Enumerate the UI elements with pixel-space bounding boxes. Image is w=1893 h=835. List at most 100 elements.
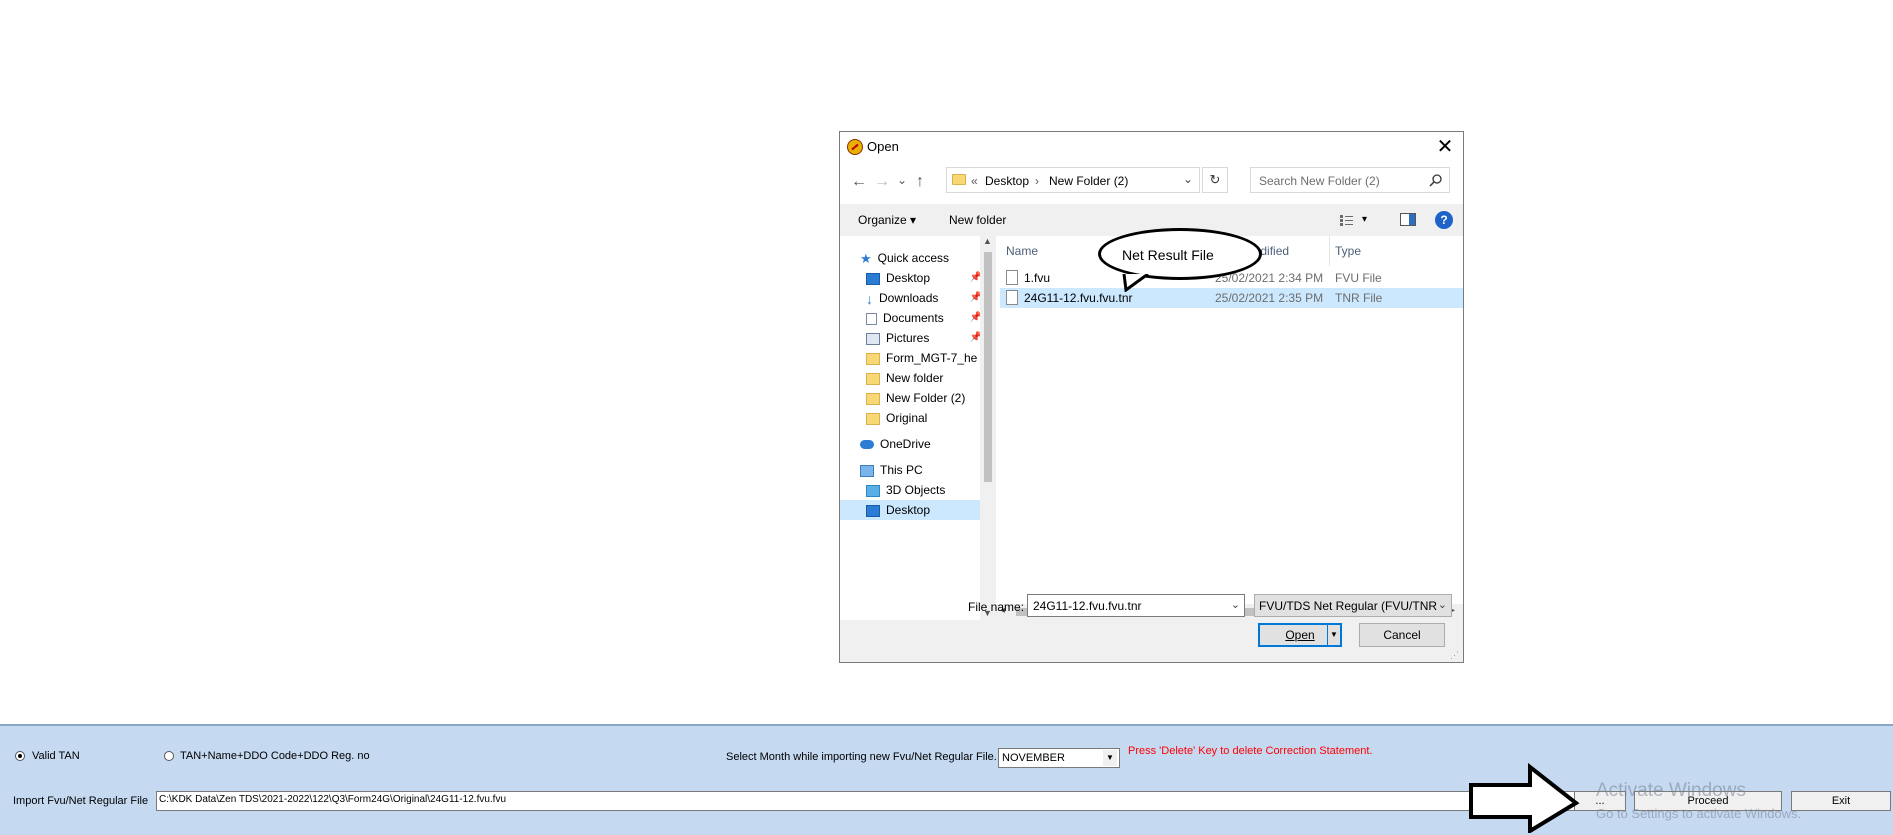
forward-arrow-icon[interactable]: → [872,172,892,192]
nav-item-pictures[interactable]: Pictures 📌 [866,328,980,348]
file-date: 25/02/2021 2:35 PM [1215,291,1324,305]
pin-icon: 📌 [969,312,980,323]
resize-grip-icon[interactable]: ⋰ [1450,650,1459,661]
month-value: NOVEMBER [1002,752,1065,764]
view-dropdown-icon[interactable]: ▾ [1362,214,1367,225]
radio-valid-tan[interactable] [15,751,25,761]
back-arrow-icon[interactable]: ← [849,172,869,192]
nav-pane-scroll-thumb[interactable] [984,252,992,482]
breadcrumb-item-new-folder-2[interactable]: New Folder (2) [1049,174,1128,188]
up-arrow-icon[interactable]: ↑ [910,172,930,192]
search-icon[interactable] [1429,173,1443,187]
preview-pane-icon[interactable] [1400,213,1416,226]
folder-icon [866,392,880,405]
column-separator[interactable] [1329,236,1330,266]
cancel-button[interactable]: Cancel [1359,623,1445,647]
callout-text: Net Result File [1122,247,1214,263]
arrow-annotation-icon [1469,763,1580,833]
desktop-icon [866,504,880,517]
column-header-type[interactable]: Type [1335,244,1361,258]
radio-valid-tan-label: Valid TAN [32,750,80,762]
chevron-down-icon[interactable]: ⌄ [1231,598,1240,611]
nav-item-form-mgt[interactable]: Form_MGT-7_he [866,348,980,368]
file-name-value: 24G11-12.fvu.fvu.tnr [1033,599,1142,613]
pin-icon: 📌 [969,292,980,303]
import-path-value: C:\KDK Data\Zen TDS\2021-2022\122\Q3\For… [159,794,507,805]
nav-item-new-folder-2[interactable]: New Folder (2) [866,388,980,408]
star-icon: ★ [860,250,872,266]
folder-icon [866,412,880,425]
nav-item-downloads[interactable]: ↓ Downloads 📌 [866,288,980,308]
desktop-icon [866,272,880,285]
month-select[interactable]: NOVEMBER ▼ [998,748,1120,768]
open-split-dropdown-icon[interactable]: ▼ [1327,625,1340,645]
activate-windows-subtext: Go to Settings to activate Windows. [1596,806,1802,821]
file-name: 1.fvu [1024,271,1051,285]
navigation-pane: ★ Quick access Desktop 📌 ↓ Downloads 📌 Docum… [840,236,980,620]
month-select-label: Select Month while importing new Fvu/Net… [726,751,997,763]
folder-icon [866,372,880,385]
pin-icon: 📌 [969,272,980,283]
chevron-down-icon[interactable]: ▼ [1103,750,1117,766]
pc-icon [860,464,874,477]
close-icon[interactable]: ✕ [1431,134,1459,160]
file-name-label: File name: [968,600,1025,614]
file-row-selected[interactable]: 24G11-12.fvu.fvu.tnr 25/02/2021 2:35 PM … [1000,288,1463,308]
search-placeholder: Search New Folder (2) [1259,174,1380,188]
callout-tail [1122,274,1149,292]
view-options-icon[interactable] [1340,214,1356,226]
folder-icon [952,174,966,185]
new-folder-button[interactable]: New folder [949,213,1006,227]
column-header-name[interactable]: Name [1006,244,1038,258]
activate-windows-watermark: Activate Windows [1596,780,1746,801]
file-name: 24G11-12.fvu.fvu.tnr [1024,291,1133,305]
file-icon [1006,270,1018,285]
search-input[interactable]: Search New Folder (2) [1250,167,1450,193]
file-type: TNR File [1335,291,1383,305]
download-icon: ↓ [866,290,873,307]
open-file-dialog: Open ✕ ← → ⌄ ↑ « Desktop › New Folder (2… [839,131,1464,663]
pin-icon: 📌 [969,332,980,343]
chevron-down-icon[interactable]: ⌄ [1437,598,1447,611]
radio-tan-name-ddo-label: TAN+Name+DDO Code+DDO Reg. no [180,750,370,762]
nav-item-desktop-pc[interactable]: Desktop [840,500,980,520]
import-path-input[interactable]: C:\KDK Data\Zen TDS\2021-2022\122\Q3\For… [156,791,1576,811]
nav-item-onedrive[interactable]: OneDrive [860,434,976,454]
file-type-value: FVU/TDS Net Regular (FVU/TNR [1259,599,1438,613]
nav-item-documents[interactable]: Documents 📌 [866,308,980,328]
file-type: FVU File [1335,271,1382,285]
nav-item-quick-access[interactable]: ★ Quick access [860,248,976,268]
breadcrumb-item-desktop[interactable]: Desktop [985,174,1029,188]
address-dropdown-icon[interactable]: ⌄ [1183,172,1193,186]
nav-item-desktop[interactable]: Desktop 📌 [866,268,980,288]
exit-button[interactable]: Exit [1791,791,1891,811]
delete-hint: Press 'Delete' Key to delete Correction … [1128,745,1373,757]
nav-item-3d-objects[interactable]: 3D Objects [866,480,980,500]
nav-item-this-pc[interactable]: This PC [860,460,976,480]
organize-menu[interactable]: Organize ▾ [858,213,916,227]
refresh-icon[interactable]: ↻ [1202,167,1228,193]
app-icon [847,139,863,155]
file-icon [1006,290,1018,305]
radio-tan-name-ddo[interactable] [164,751,174,761]
folder-icon [866,352,880,365]
dialog-title: Open [867,139,899,154]
documents-icon [866,312,877,325]
breadcrumb-separator: › [1035,174,1039,188]
file-name-input[interactable]: 24G11-12.fvu.fvu.tnr ⌄ [1027,594,1245,617]
import-file-label: Import Fvu/Net Regular File [13,795,149,807]
breadcrumb-overflow[interactable]: « [971,174,978,188]
help-icon[interactable]: ? [1435,211,1453,229]
scroll-up-icon[interactable]: ▲ [983,236,992,246]
nav-item-new-folder[interactable]: New folder [866,368,980,388]
open-button[interactable]: Open ▼ [1258,623,1342,647]
file-list: Name Date modified Type 1.fvu 25/02/2021… [996,236,1463,604]
nav-item-original[interactable]: Original [866,408,980,428]
pictures-icon [866,332,880,345]
recent-locations-icon[interactable]: ⌄ [892,170,912,190]
cloud-icon [860,440,874,450]
cube-icon [866,484,880,497]
address-bar[interactable]: « Desktop › New Folder (2) ⌄ [946,167,1200,193]
file-type-select[interactable]: FVU/TDS Net Regular (FVU/TNR ⌄ [1254,594,1452,617]
dialog-titlebar[interactable]: Open ✕ [840,132,1463,162]
